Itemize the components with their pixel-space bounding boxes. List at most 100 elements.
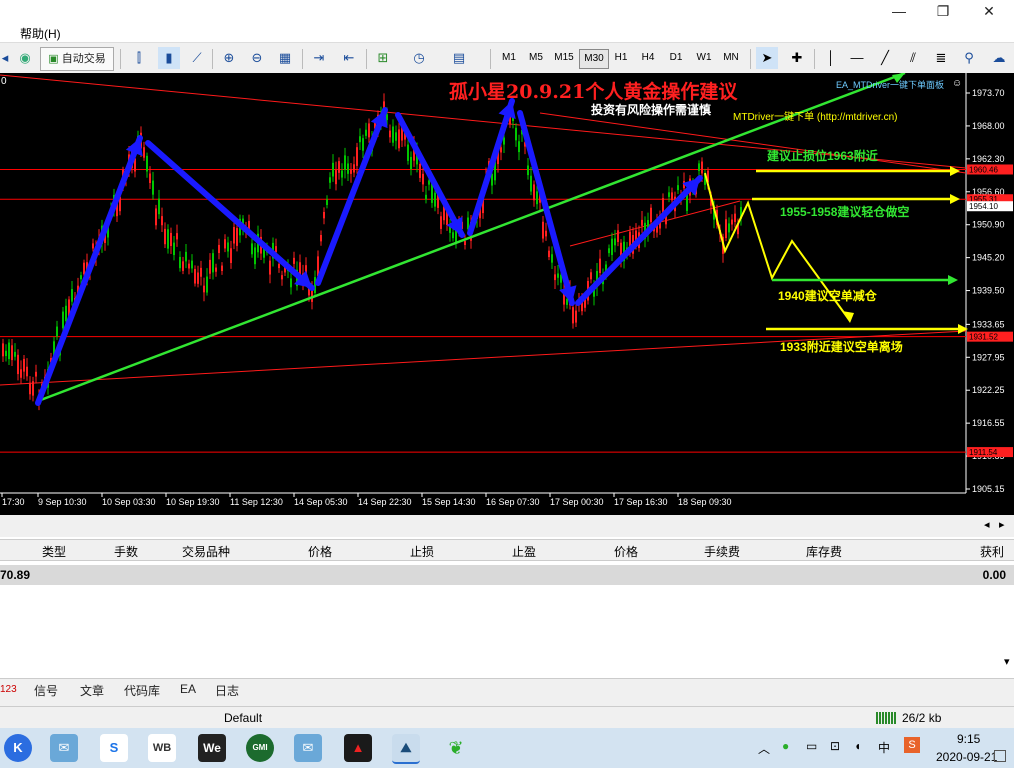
timeframe-m15[interactable]: M15 — [550, 49, 578, 67]
zoom-in-icon[interactable]: ⊕ — [218, 47, 240, 69]
crosshair-icon[interactable]: ✚ — [786, 47, 808, 69]
timeframe-m1[interactable]: M1 — [496, 49, 522, 67]
candle-body — [344, 155, 346, 170]
candle-body — [365, 129, 367, 136]
scroll-down-icon[interactable]: ▾ — [1004, 655, 1010, 668]
col-lots[interactable]: 手数 — [70, 543, 138, 560]
scroll-right-icon[interactable]: ▸ — [999, 518, 1005, 531]
candle-body — [431, 183, 433, 203]
annotation-exit: 1933附近建议空单离场 — [780, 340, 903, 354]
time-tick-label: 14 Sep 05:30 — [294, 497, 348, 507]
candle-body — [617, 230, 619, 242]
candle-body — [191, 260, 193, 269]
vertical-line-icon[interactable]: │ — [820, 47, 842, 69]
taskbar-wechat-icon[interactable]: ❦ — [442, 734, 470, 762]
taskbar-app-k-icon[interactable]: K — [4, 734, 32, 762]
taskbar-mail2-icon[interactable]: ✉ — [294, 734, 322, 762]
timeframe-h4[interactable]: H4 — [635, 49, 661, 67]
clock-time[interactable]: 9:15 — [957, 732, 980, 746]
tab-count[interactable]: 123 — [0, 684, 17, 695]
templates-icon[interactable]: ▤ — [448, 47, 470, 69]
timeframe-d1[interactable]: D1 — [663, 49, 689, 67]
tray-app-icon[interactable]: S — [904, 737, 920, 753]
col-profit[interactable]: 获利 — [846, 543, 1004, 560]
tray-ime[interactable]: 中 — [878, 739, 890, 756]
search-icon[interactable]: ⚲ — [958, 47, 980, 69]
timeframe-w1[interactable]: W1 — [691, 49, 717, 67]
auto-trade-button[interactable]: ▣ 自动交易 — [40, 47, 114, 71]
candle-body — [350, 169, 352, 174]
tile-windows-icon[interactable]: ▦ — [274, 47, 296, 69]
candle-body — [17, 354, 19, 375]
candle-body — [347, 163, 349, 174]
horizontal-line-icon[interactable]: — — [846, 47, 868, 69]
fibonacci-icon[interactable]: ≣ — [930, 47, 952, 69]
taskbar-mt-icon[interactable]: ⛰ — [392, 734, 420, 764]
chart-shift-icon[interactable]: ⇥ — [308, 47, 330, 69]
maximize-button[interactable]: ❐ — [920, 0, 966, 22]
channel-icon[interactable]: ⫽ — [902, 47, 924, 69]
col-type[interactable]: 类型 — [0, 543, 66, 560]
menu-help[interactable]: 帮助(H) — [20, 25, 61, 42]
col-current-price[interactable]: 价格 — [540, 543, 638, 560]
wave-arrow — [395, 112, 465, 238]
tab-code-base[interactable]: 代码库 — [124, 682, 160, 699]
tab-journal[interactable]: 日志 — [215, 682, 239, 699]
taskbar-app-we-icon[interactable]: We — [198, 734, 226, 762]
candlestick-icon[interactable]: ▮ — [158, 47, 180, 69]
line-chart-icon[interactable]: ⟋ — [186, 47, 208, 69]
candle-body — [575, 310, 577, 323]
taskbar-app-wb-icon[interactable]: WB — [148, 734, 176, 762]
tray-chevron-icon[interactable]: ︿ — [758, 740, 770, 757]
tray-volume-icon[interactable]: ◖ — [854, 739, 861, 753]
taskbar-mail-icon[interactable]: ✉ — [50, 734, 78, 762]
timeframe-mn[interactable]: MN — [718, 49, 744, 67]
tab-articles[interactable]: 文章 — [80, 682, 104, 699]
notification-icon[interactable] — [994, 750, 1006, 762]
balance-row[interactable]: 70.89 0.00 — [0, 565, 1014, 585]
terminal-scrollbar[interactable]: ◂ ▸ — [0, 515, 1014, 537]
minimize-button[interactable]: — — [876, 0, 922, 22]
candle-body — [731, 219, 733, 225]
autoscroll-icon[interactable]: ⇤ — [338, 47, 360, 69]
timeframe-h1[interactable]: H1 — [608, 49, 634, 67]
bar-chart-icon[interactable]: ⫿ — [128, 47, 150, 69]
close-button[interactable]: ✕ — [966, 0, 1012, 22]
col-commission[interactable]: 手续费 — [642, 543, 740, 560]
col-swap[interactable]: 库存费 — [744, 543, 842, 560]
candle-body — [26, 366, 28, 377]
scroll-left-icon[interactable]: ◂ — [984, 518, 990, 531]
price-tag-h4: 1911.54 — [969, 448, 998, 457]
candle-body — [332, 162, 334, 177]
status-profile[interactable]: Default — [224, 711, 262, 725]
timeframe-m30[interactable]: M30 — [579, 49, 609, 69]
candle-body — [170, 232, 172, 247]
col-take-profit[interactable]: 止盈 — [438, 543, 536, 560]
candle-body — [20, 369, 22, 378]
wave-arrow — [35, 135, 143, 406]
tray-battery-icon[interactable]: ▭ — [806, 739, 817, 753]
taskbar-app-s-icon[interactable]: S — [100, 734, 128, 762]
periods-icon[interactable]: ◷ — [408, 47, 430, 69]
clock-date[interactable]: 2020-09-21 — [936, 750, 997, 764]
cursor-icon[interactable]: ➤ — [756, 47, 778, 69]
menu-bar: 帮助(H) — [0, 22, 1014, 43]
tab-signals[interactable]: 信号 — [34, 682, 58, 699]
zoom-out-icon[interactable]: ⊖ — [246, 47, 268, 69]
candle-body — [389, 130, 391, 138]
candle-body — [23, 358, 25, 372]
tray-network-icon[interactable]: ⊡ — [830, 739, 840, 753]
taskbar-app-a-icon[interactable]: ▲ — [344, 734, 372, 762]
chat-icon[interactable]: ☁ — [988, 47, 1010, 69]
col-stop-loss[interactable]: 止损 — [336, 543, 434, 560]
taskbar-app-gmi-icon[interactable]: GMI — [246, 734, 274, 762]
col-symbol[interactable]: 交易品种 — [140, 543, 230, 560]
col-price[interactable]: 价格 — [234, 543, 332, 560]
timeframe-m5[interactable]: M5 — [523, 49, 549, 67]
tab-ea[interactable]: EA — [180, 682, 196, 696]
indicators-icon[interactable]: ⊞ — [372, 47, 394, 69]
price-chart[interactable]: 1973.70 1968.00 1962.30 1956.60 1950.90 1945.… — [0, 73, 1014, 515]
trendline-icon[interactable]: ╱ — [874, 47, 896, 69]
globe-icon[interactable]: ◉ — [14, 47, 36, 69]
tray-wechat-icon[interactable]: ● — [782, 739, 789, 753]
